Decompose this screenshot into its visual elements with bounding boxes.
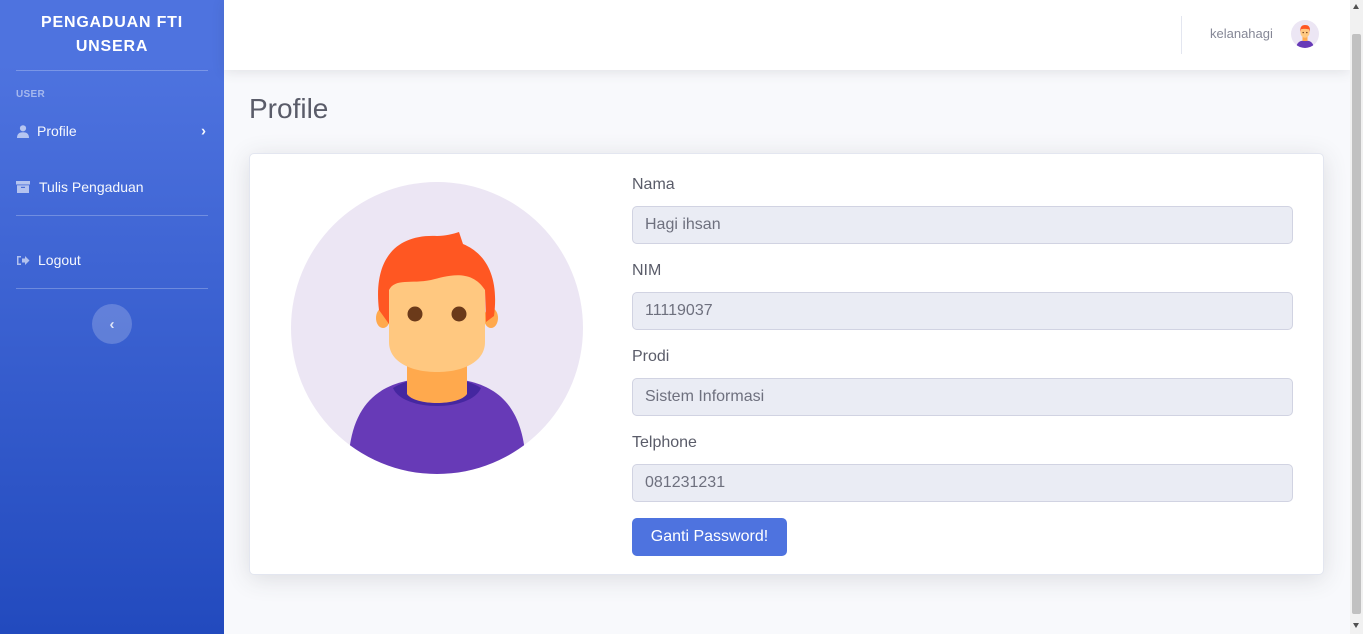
profile-card: Nama Hagi ihsan NIM 11119037 Prodi Siste… (249, 153, 1324, 575)
profile-avatar-image (291, 182, 583, 474)
telphone-field[interactable]: 081231231 (632, 464, 1293, 502)
nim-field[interactable]: 11119037 (632, 292, 1293, 330)
brand-title[interactable]: PENGADUAN FTI UNSERA (0, 0, 224, 70)
sidebar: PENGADUAN FTI UNSERA USER Profile › Tuli… (0, 0, 224, 634)
sidebar-toggle-button[interactable]: ‹ (92, 304, 132, 344)
field-label-nim: NIM (632, 262, 662, 279)
archive-icon (16, 180, 30, 194)
scroll-down-icon[interactable] (1353, 623, 1359, 628)
field-label-nama: Nama (632, 176, 675, 193)
scroll-up-icon[interactable] (1353, 4, 1359, 9)
sidebar-item-label: Profile (37, 123, 77, 139)
sidebar-item-logout[interactable]: Logout (0, 250, 224, 270)
chevron-left-icon: ‹ (109, 315, 115, 333)
sidebar-item-label: Logout (38, 252, 81, 268)
sidebar-item-profile[interactable]: Profile › (0, 121, 224, 141)
prodi-field[interactable]: Sistem Informasi (632, 378, 1293, 416)
nama-field[interactable]: Hagi ihsan (632, 206, 1293, 244)
user-avatar-icon[interactable] (1291, 20, 1319, 48)
change-password-button[interactable]: Ganti Password! (632, 518, 787, 556)
field-label-telphone: Telphone (632, 434, 697, 451)
user-icon (16, 124, 30, 138)
sidebar-item-tulis-pengaduan[interactable]: Tulis Pengaduan (0, 177, 224, 197)
scrollbar-thumb[interactable] (1352, 34, 1361, 614)
topbar-divider (1181, 16, 1182, 54)
sidebar-divider (16, 215, 208, 216)
sign-out-icon (16, 253, 30, 267)
sidebar-heading: USER (16, 89, 45, 100)
sidebar-divider (16, 288, 208, 289)
page-title: Profile (249, 93, 329, 124)
user-name[interactable]: kelanahagi (1210, 26, 1273, 41)
scrollbar[interactable] (1350, 0, 1363, 634)
chevron-right-icon: › (201, 122, 206, 140)
topbar: kelanahagi (224, 0, 1350, 70)
field-label-prodi: Prodi (632, 348, 670, 365)
sidebar-item-label: Tulis Pengaduan (39, 179, 144, 195)
